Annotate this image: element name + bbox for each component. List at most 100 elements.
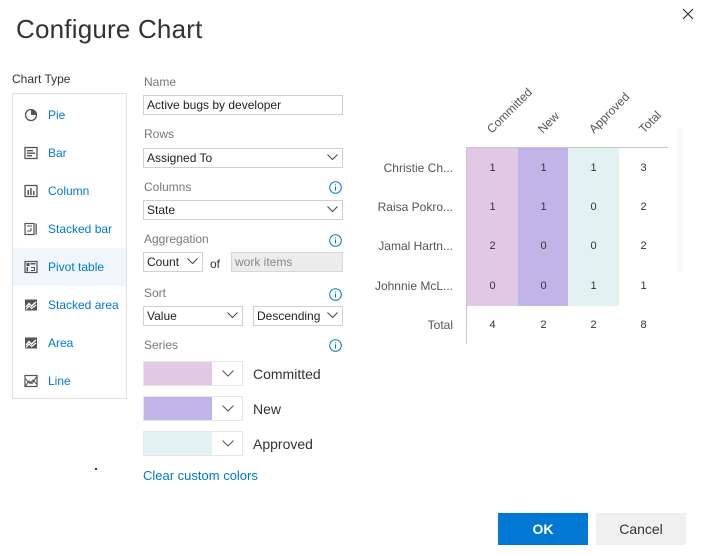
chart-type-label-text: Pivot table: [48, 260, 105, 274]
chart-type-stacked-bar[interactable]: Stacked bar: [13, 210, 126, 248]
stacked-area-icon: [25, 299, 37, 311]
chart-type-label-text: Stacked area: [48, 298, 119, 312]
bar-chart-icon: [24, 146, 38, 160]
chevron-down-icon: [187, 258, 198, 265]
chart-type-column[interactable]: Column: [13, 172, 126, 210]
sort-order-select[interactable]: Descending: [253, 306, 343, 326]
name-input[interactable]: Active bugs by developer: [143, 95, 343, 115]
series-color-swatch: [144, 432, 212, 455]
line-chart-icon: [24, 374, 38, 388]
series-name-approved: Approved: [253, 436, 313, 452]
pivot-cell: 1: [590, 280, 597, 292]
chart-type-label-text: Area: [48, 336, 74, 350]
chevron-down-icon: [327, 312, 338, 319]
chart-type-pivot-table[interactable]: Pivot table: [13, 248, 126, 286]
series-color-picker-committed[interactable]: [143, 361, 243, 386]
chart-type-bar[interactable]: Bar: [13, 134, 126, 172]
chevron-down-icon: [222, 370, 234, 377]
of-label: of: [210, 257, 221, 271]
column-header-committed: Committed: [484, 85, 536, 136]
chevron-down-icon: [222, 405, 234, 412]
chart-type-label-text: Column: [48, 184, 90, 198]
close-icon[interactable]: [680, 6, 696, 22]
sort-order-value: Descending: [257, 309, 321, 323]
pivot-scrollbar[interactable]: [677, 128, 683, 272]
pivot-cell: 2: [540, 319, 547, 331]
rows-select[interactable]: Assigned To: [143, 148, 343, 168]
column-header-approved: Approved: [586, 89, 633, 136]
pivot-cell: 3: [640, 162, 647, 174]
pivot-cell: 0: [540, 240, 547, 252]
chart-type-list: Pie Bar Column Stacked bar Pivot table S…: [12, 93, 127, 399]
pie-chart-icon: [24, 108, 38, 122]
info-icon[interactable]: [329, 339, 342, 352]
series-label: Series: [144, 338, 179, 352]
aggregation-label: Aggregation: [144, 232, 209, 246]
ok-button[interactable]: OK: [498, 513, 588, 545]
pivot-cell: 1: [590, 162, 597, 174]
pivot-total-row-label: Total: [427, 318, 453, 332]
info-icon[interactable]: [329, 234, 342, 247]
area-chart-icon: [25, 337, 37, 349]
pivot-cell: 2: [640, 240, 647, 252]
series-color-swatch: [144, 397, 212, 420]
series-color-picker-new[interactable]: [143, 396, 243, 421]
pivot-cell: 2: [640, 201, 647, 213]
series-name-new: New: [253, 401, 282, 417]
pivot-row-label: Johnnie McL...: [374, 279, 453, 293]
chart-type-label-text: Stacked bar: [48, 222, 113, 236]
pivot-cell: 8: [640, 319, 647, 331]
chevron-down-icon: [227, 312, 238, 319]
chart-type-line[interactable]: Line: [13, 362, 126, 400]
pivot-cell: 4: [489, 319, 496, 331]
columns-value: State: [147, 203, 176, 217]
pivot-cell: 2: [590, 319, 597, 331]
dialog-title: Configure Chart: [16, 14, 203, 44]
chart-type-stacked-area[interactable]: Stacked area: [13, 286, 126, 324]
pivot-row-label: Christie Ch...: [383, 161, 453, 175]
chart-type-pie[interactable]: Pie: [13, 96, 126, 134]
aggregation-value: Count: [147, 255, 180, 269]
chevron-down-icon: [222, 440, 234, 447]
stray-dot: [95, 468, 97, 470]
pivot-cell: 0: [590, 201, 597, 213]
pivot-cell: 1: [640, 280, 647, 292]
chevron-down-icon: [327, 206, 338, 213]
column-chart-icon: [24, 184, 38, 198]
chart-type-label: Chart Type: [12, 72, 71, 86]
pivot-cell: 0: [489, 280, 496, 292]
clear-custom-colors-link[interactable]: Clear custom colors: [143, 468, 258, 483]
stacked-bar-icon: [24, 222, 37, 236]
aggregation-field-input: work items: [231, 252, 343, 272]
column-header-total: Total: [636, 108, 664, 136]
sort-by-value: Value: [147, 309, 177, 323]
chevron-down-icon: [327, 154, 338, 161]
rows-value: Assigned To: [147, 151, 213, 165]
series-color-swatch: [144, 362, 212, 385]
aggregation-select[interactable]: Count: [143, 252, 203, 272]
series-name-committed: Committed: [253, 366, 321, 382]
pivot-cell: 0: [590, 240, 597, 252]
name-label: Name: [144, 75, 177, 89]
column-header-new: New: [535, 109, 562, 136]
info-icon[interactable]: [329, 288, 342, 301]
pivot-row-label: Jamal Hartn...: [378, 239, 453, 253]
pivot-table-icon: [24, 260, 38, 274]
series-color-picker-approved[interactable]: [143, 431, 243, 456]
sort-by-select[interactable]: Value: [143, 306, 243, 326]
info-icon[interactable]: [329, 181, 342, 194]
pivot-cell: 0: [540, 280, 547, 292]
cancel-button[interactable]: Cancel: [596, 513, 686, 545]
chart-type-label-text: Pie: [48, 108, 66, 122]
columns-select[interactable]: State: [143, 200, 343, 220]
pivot-cell: 1: [540, 162, 547, 174]
pivot-cell: 1: [489, 162, 496, 174]
chart-type-area[interactable]: Area: [13, 324, 126, 362]
pivot-row-label: Raisa Pokro...: [377, 200, 453, 214]
chart-type-label-text: Bar: [48, 146, 67, 160]
pivot-cell: 2: [489, 240, 496, 252]
pivot-cell: 1: [489, 201, 496, 213]
sort-label: Sort: [144, 286, 167, 300]
pivot-header-divider: [466, 147, 668, 148]
chart-type-label-text: Line: [48, 374, 71, 388]
